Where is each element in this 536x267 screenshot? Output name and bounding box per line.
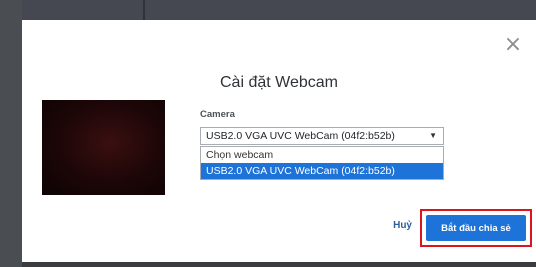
chevron-down-icon: ▼ [429, 131, 437, 140]
camera-select-value: USB2.0 VGA UVC WebCam (04f2:b52b) [206, 130, 395, 142]
background-left-bar [0, 0, 22, 267]
webcam-preview [42, 100, 165, 195]
background-top-bar [0, 0, 536, 20]
camera-option-choose[interactable]: Chọn webcam [201, 147, 443, 163]
camera-select[interactable]: USB2.0 VGA UVC WebCam (04f2:b52b) ▼ [200, 127, 444, 145]
cancel-button[interactable]: Huỷ [382, 220, 412, 236]
camera-dropdown-list: Chọn webcam USB2.0 VGA UVC WebCam (04f2:… [200, 146, 444, 180]
close-icon[interactable]: × [502, 34, 524, 56]
start-sharing-button[interactable]: Bắt đầu chia sẻ [426, 215, 526, 241]
webcam-settings-modal: × Cài đặt Webcam Camera USB2.0 VGA UVC W… [22, 20, 536, 262]
modal-title: Cài đặt Webcam [220, 74, 338, 91]
start-button-highlight: Bắt đầu chia sẻ [420, 209, 532, 247]
camera-option-usb-webcam[interactable]: USB2.0 VGA UVC WebCam (04f2:b52b) [201, 163, 443, 179]
background-divider [143, 0, 145, 20]
camera-label: Camera [200, 109, 235, 120]
